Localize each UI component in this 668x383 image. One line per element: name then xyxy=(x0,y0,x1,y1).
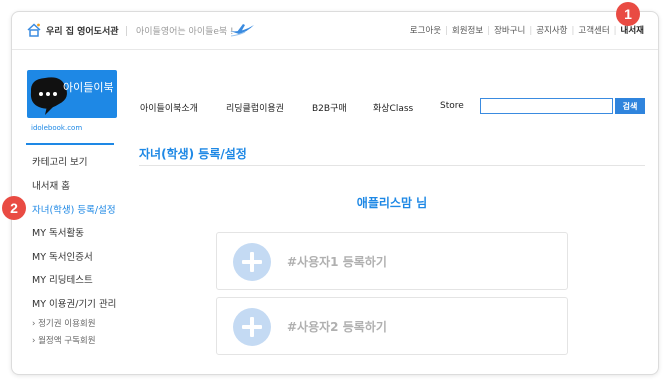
logo-text: 아이들이북 xyxy=(63,81,114,94)
sidebar-subitem-regular-pass[interactable]: › 정기권 이용회원 xyxy=(32,317,96,329)
notice-link[interactable]: 공지사항 xyxy=(536,26,567,36)
my-library-link[interactable]: 내서재 xyxy=(621,26,644,36)
logo-domain: idolebook.com xyxy=(31,124,83,132)
nav-item-b2b[interactable]: B2B구매 xyxy=(312,101,347,114)
airplane-icon xyxy=(230,24,254,37)
home-icon[interactable] xyxy=(26,22,42,38)
nav-item-store[interactable]: Store xyxy=(440,101,464,111)
site-logo[interactable]: 아이들이북 xyxy=(27,70,117,118)
nav-item-about[interactable]: 아이들이북소개 xyxy=(140,101,198,114)
slogan: 아이들영어는 아이들e북 ! xyxy=(136,27,234,37)
divider xyxy=(139,165,645,166)
sidebar-accent-line xyxy=(26,143,114,145)
plus-icon xyxy=(233,308,271,346)
sidebar-item-pass-devices[interactable]: MY 이용권/기기 관리 xyxy=(32,296,116,310)
plus-icon xyxy=(233,243,271,281)
register-user-2-card[interactable]: #사용자2 등록하기 xyxy=(216,297,568,355)
callout-badge-1: 1 xyxy=(616,2,640,26)
search-input[interactable] xyxy=(480,98,613,114)
sidebar-item-child-settings[interactable]: 자녀(학생) 등록/설정 xyxy=(32,202,116,216)
site-name[interactable]: 우리 집 영어도서관 xyxy=(46,24,119,37)
sidebar-item-reading-activity[interactable]: MY 독서활동 xyxy=(32,225,84,239)
cart-link[interactable]: 장바구니 xyxy=(494,26,525,36)
utility-links: 로그아웃 | 회원정보 | 장바구니 | 공지사항 | 고객센터 | 내서재 xyxy=(409,26,644,36)
divider xyxy=(126,26,127,36)
register-user-1-card[interactable]: #사용자1 등록하기 xyxy=(216,232,568,290)
page-frame: 우리 집 영어도서관 아이들영어는 아이들e북 ! 로그아웃 | 회원정보 | 장바구니… xyxy=(11,11,659,375)
member-info-link[interactable]: 회원정보 xyxy=(452,26,483,36)
sidebar-item-category[interactable]: 카테고리 보기 xyxy=(32,154,87,168)
sidebar-item-library-home[interactable]: 내서재 홈 xyxy=(32,178,70,192)
sidebar-item-reading-test[interactable]: MY 리딩테스트 xyxy=(32,272,93,286)
search-button[interactable]: 검색 xyxy=(615,98,645,114)
sidebar-subitem-monthly-subscription[interactable]: › 월정액 구독회원 xyxy=(32,334,96,346)
top-utility-bar: 우리 집 영어도서관 아이들영어는 아이들e북 ! 로그아웃 | 회원정보 | 장바구니… xyxy=(12,12,658,50)
customer-center-link[interactable]: 고객센터 xyxy=(578,26,609,36)
nav-item-video-class[interactable]: 화상Class xyxy=(373,101,413,114)
page-title: 자녀(학생) 등록/설정 xyxy=(139,147,247,161)
sidebar-item-reading-certificate[interactable]: MY 독서인증서 xyxy=(32,249,93,263)
nav-item-reading-club[interactable]: 리딩클럽이용권 xyxy=(226,101,284,114)
logout-link[interactable]: 로그아웃 xyxy=(410,26,441,36)
user-name: 애플리스맘 님 xyxy=(356,196,428,210)
callout-badge-2: 2 xyxy=(2,196,26,220)
register-user-2-label: #사용자2 등록하기 xyxy=(287,320,387,334)
register-user-1-label: #사용자1 등록하기 xyxy=(287,255,387,269)
